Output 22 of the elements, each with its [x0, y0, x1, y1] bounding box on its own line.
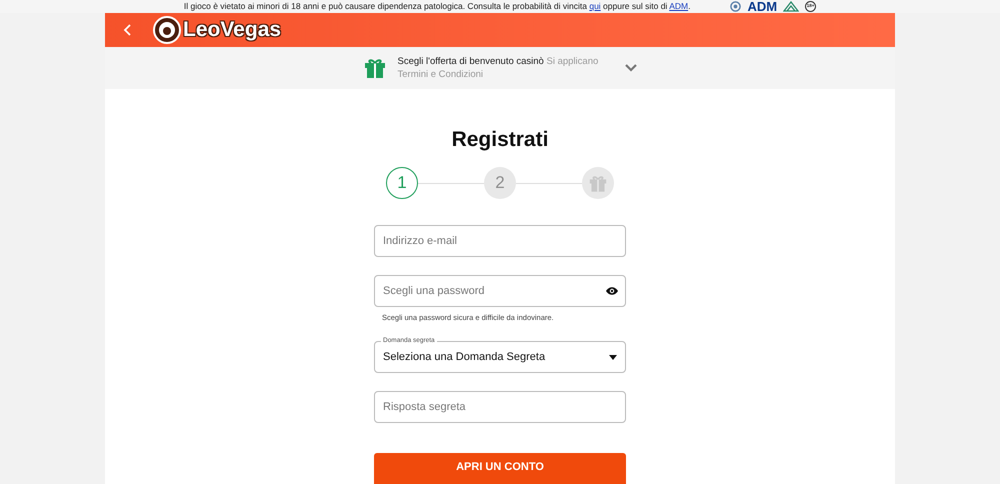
password-field[interactable]: Scegli una password: [374, 275, 626, 307]
step-indicator: 2: [484, 167, 516, 199]
step-indicator: 1: [386, 167, 418, 199]
eye-icon[interactable]: [605, 286, 619, 296]
age-notice: Il gioco è vietato ai minori di 18 anni e può causare dipendenza patologica. Consulta le probabilità di vincita qui oppure sul sito di ADM.: [184, 0, 690, 13]
offer-text: Scegli l'offerta di benvenuto casinò Si applicano Termini e Condizioni: [398, 55, 600, 81]
emblem-icon: [730, 1, 742, 12]
link[interactable]: ADM: [669, 1, 688, 12]
open-account-button[interactable]: APRI UN CONTO: [374, 453, 626, 484]
input-field[interactable]: Indirizzo e-mail: [374, 225, 626, 257]
link[interactable]: qui: [589, 1, 601, 12]
adm-logo: ADM: [747, 0, 778, 13]
chevron-icon[interactable]: [624, 64, 636, 72]
dropdown-caret-icon: [609, 354, 617, 360]
offer-bar[interactable]: Scegli l'offerta di benvenuto casinò Si applicano Termini e Condizioni: [105, 47, 895, 89]
gift-icon: [589, 174, 607, 192]
leovegas-logo: LeoVegas: [183, 17, 282, 44]
input-field[interactable]: Risposta segreta: [374, 391, 626, 424]
gift-icon: [364, 58, 386, 78]
triangle-logo-icon: [783, 1, 800, 12]
back-icon[interactable]: [123, 24, 133, 36]
form-title: Registrati: [452, 127, 548, 153]
